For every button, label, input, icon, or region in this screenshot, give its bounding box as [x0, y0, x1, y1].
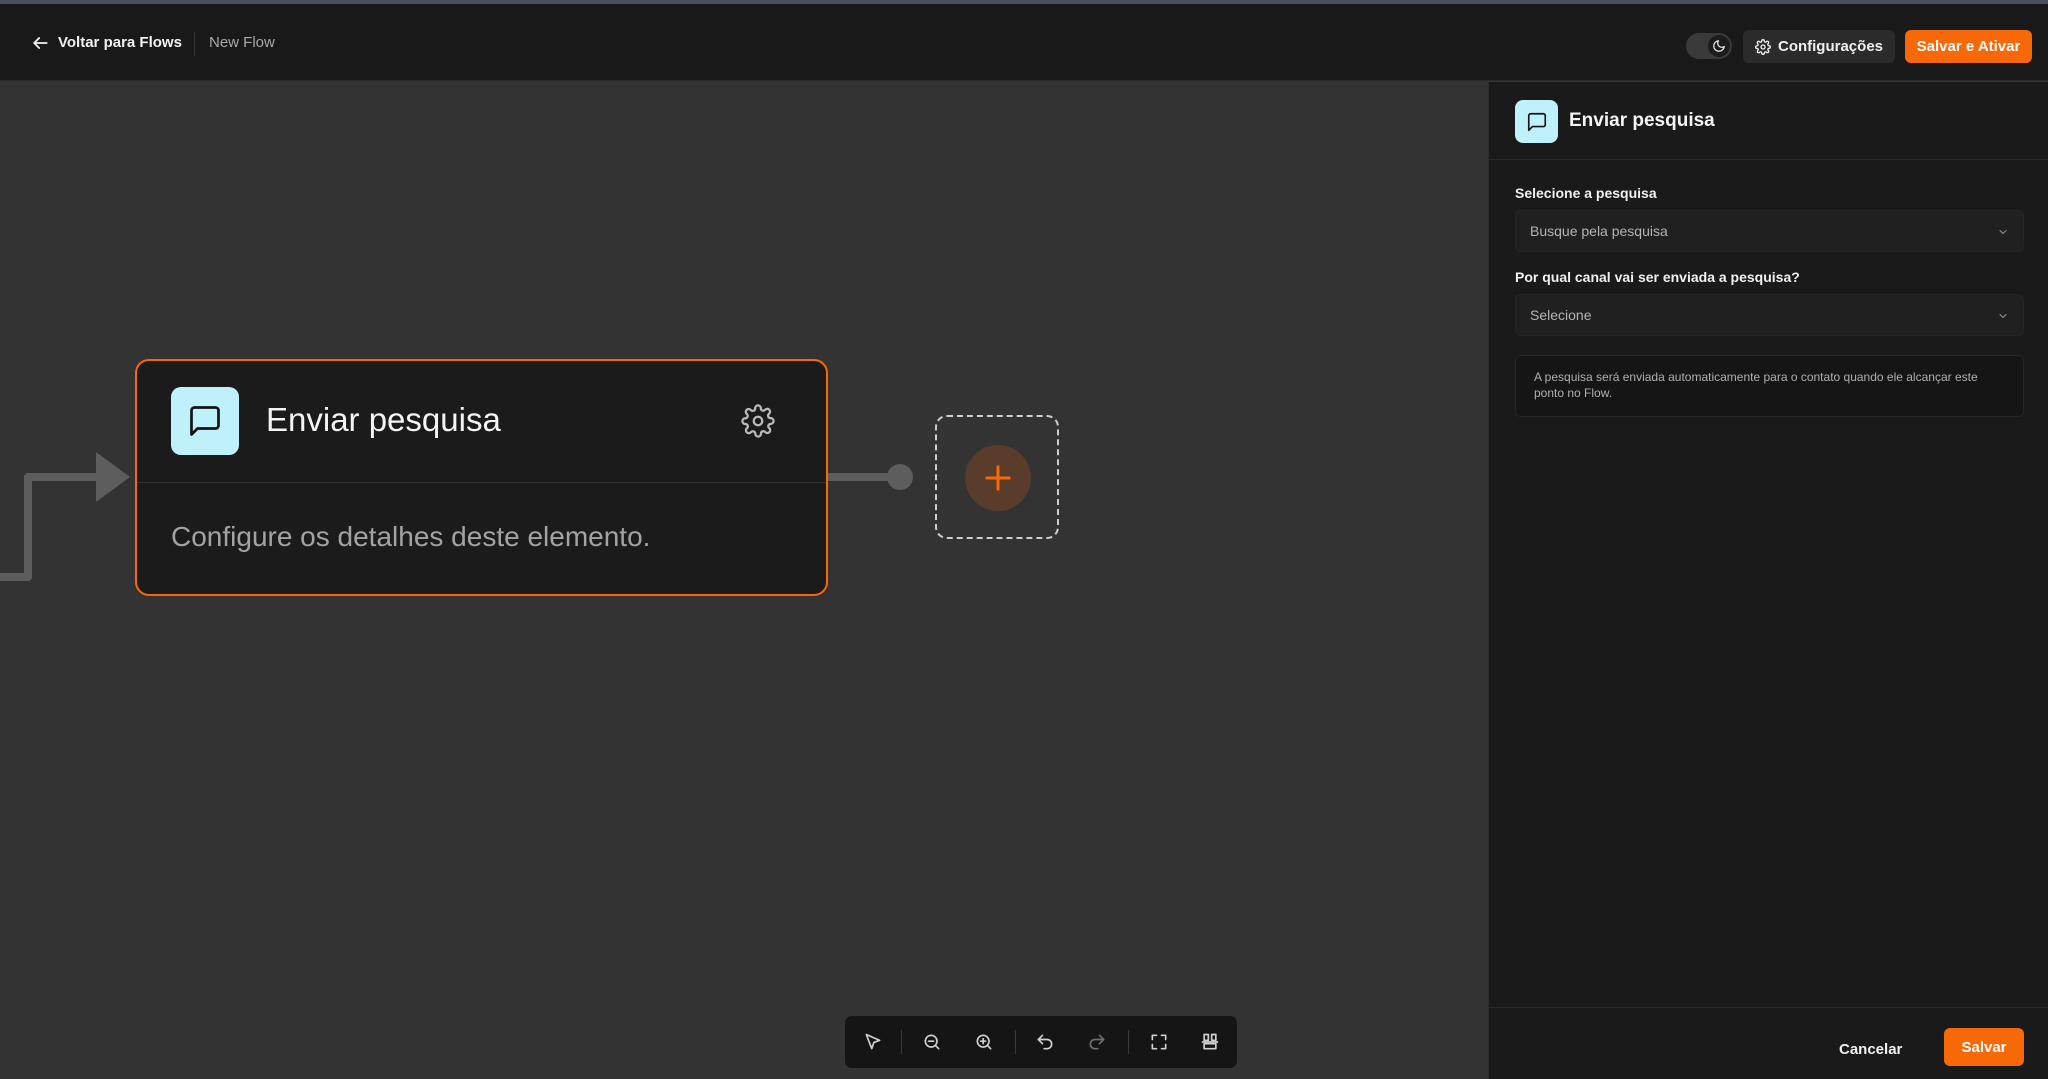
theme-toggle[interactable]: [1686, 33, 1732, 59]
toolbar-separator: [1015, 1030, 1016, 1054]
node-description: Configure os detalhes deste elemento.: [171, 521, 651, 552]
properties-panel: Enviar pesquisa Selecione a pesquisa Bus…: [1488, 82, 2048, 1079]
fit-view-icon[interactable]: [1146, 1029, 1172, 1055]
flow-canvas[interactable]: Enviar pesquisa Configure os detalhes de…: [0, 82, 1488, 1079]
settings-button[interactable]: Configurações: [1743, 30, 1895, 63]
redo-icon[interactable]: [1084, 1029, 1110, 1055]
survey-select-placeholder: Busque pela pesquisa: [1530, 223, 1668, 239]
info-box: A pesquisa será enviada automaticamente …: [1515, 355, 2024, 417]
save-button[interactable]: Salvar: [1944, 1028, 2024, 1066]
survey-select[interactable]: Busque pela pesquisa: [1515, 210, 2024, 252]
back-to-flows-link[interactable]: Voltar para Flows: [30, 4, 182, 81]
pointer-select-icon[interactable]: [860, 1029, 886, 1055]
channel-select-placeholder: Selecione: [1530, 307, 1592, 323]
auto-layout-icon[interactable]: [1197, 1029, 1223, 1055]
arrow-left-icon: [33, 36, 48, 49]
cancel-button[interactable]: Cancelar: [1839, 1030, 1902, 1068]
zoom-out-icon[interactable]: [919, 1029, 945, 1055]
undo-icon[interactable]: [1032, 1029, 1058, 1055]
toolbar-separator: [901, 1030, 902, 1054]
gear-icon: [1755, 38, 1771, 55]
message-square-icon: [1515, 100, 1558, 143]
plus-icon: [985, 465, 1011, 491]
add-node-button[interactable]: [965, 445, 1031, 511]
save-and-activate-button[interactable]: Salvar e Ativar: [1905, 30, 2032, 63]
back-label: Voltar para Flows: [58, 34, 182, 51]
node-title: Enviar pesquisa: [266, 401, 501, 438]
panel-footer: Cancelar Salvar: [1489, 1007, 2048, 1079]
survey-field-label: Selecione a pesquisa: [1515, 185, 1657, 201]
top-bar: Voltar para Flows New Flow Configurações…: [0, 4, 2048, 81]
panel-title: Enviar pesquisa: [1569, 110, 1715, 131]
header-divider: [194, 32, 195, 56]
channel-select[interactable]: Selecione: [1515, 294, 2024, 336]
chevron-down-icon: [1999, 229, 2007, 235]
channel-field-label: Por qual canal vai ser enviada a pesquis…: [1515, 269, 1800, 285]
zoom-in-icon[interactable]: [971, 1029, 997, 1055]
moon-icon: [1708, 35, 1730, 57]
message-square-icon: [171, 387, 239, 455]
flow-name[interactable]: New Flow: [209, 4, 275, 81]
survey-node-card[interactable]: Enviar pesquisa Configure os detalhes de…: [135, 359, 828, 596]
canvas-toolbar: [845, 1016, 1237, 1068]
node-gear-icon[interactable]: [741, 404, 775, 438]
node-divider: [137, 482, 826, 483]
chevron-down-icon: [1999, 313, 2007, 319]
settings-label: Configurações: [1777, 38, 1883, 55]
add-node-slot: [935, 415, 1059, 539]
toolbar-separator: [1128, 1030, 1129, 1054]
panel-header: Enviar pesquisa: [1489, 82, 2048, 160]
